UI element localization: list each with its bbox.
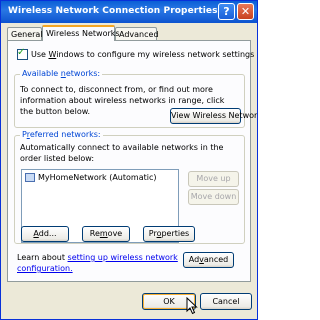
move-up-button[interactable]: Move up: [188, 171, 239, 187]
question-mark-icon: ?: [223, 5, 230, 18]
move-down-button[interactable]: Move down: [188, 189, 239, 205]
use-windows-label: Use Windows to configure my wireless net…: [31, 50, 255, 59]
mouse-pointer-icon: [186, 297, 198, 315]
advanced-button[interactable]: Advanced: [183, 252, 234, 268]
title-bar[interactable]: Wireless Network Connection Properties ?…: [1, 1, 257, 23]
close-icon: ✕: [240, 5, 251, 18]
wireless-network-icon: [25, 173, 35, 182]
window-title: Wireless Network Connection Properties: [8, 6, 218, 16]
remove-button[interactable]: Remove: [82, 226, 130, 242]
view-wireless-networks-button[interactable]: View Wireless Networks: [170, 108, 257, 124]
learn-about-text: Learn about setting up wireless network …: [17, 253, 178, 273]
tab-general[interactable]: General: [7, 27, 43, 40]
available-networks-group: Available networks: To connect to, disco…: [14, 69, 257, 128]
tab-wireless-networks[interactable]: Wireless Networks: [42, 25, 120, 41]
cancel-button[interactable]: Cancel: [200, 293, 252, 310]
use-windows-checkbox-row[interactable]: ✓ Use Windows to configure my wireless ne…: [17, 47, 255, 60]
help-button[interactable]: ?: [218, 3, 235, 20]
properties-dialog: Wireless Network Connection Properties ?…: [0, 0, 258, 320]
wireless-networks-panel: ✓ Use Windows to configure my wireless ne…: [7, 40, 257, 282]
checkmark-icon: ✓: [17, 47, 26, 58]
preferred-networks-legend: Preferred networks:: [20, 130, 103, 139]
preferred-networks-description: Automatically connect to available netwo…: [20, 143, 224, 163]
add-button[interactable]: Add...: [21, 226, 69, 242]
available-networks-legend: Available networks:: [20, 69, 103, 78]
close-button[interactable]: ✕: [237, 3, 254, 20]
list-item[interactable]: MyHomeNetwork (Automatic): [25, 173, 156, 182]
tab-advanced[interactable]: Advanced: [115, 27, 159, 40]
properties-button[interactable]: Properties: [143, 226, 195, 242]
use-windows-checkbox[interactable]: ✓: [17, 47, 28, 60]
preferred-networks-group: Preferred networks: Automatically connec…: [14, 130, 245, 244]
